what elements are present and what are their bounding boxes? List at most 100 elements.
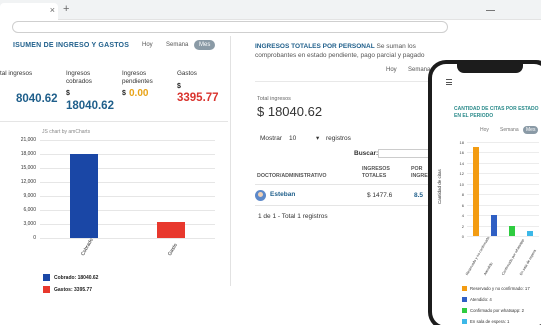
appointment-bar — [473, 147, 479, 236]
legend-label: Cobrado: 18040.62 — [54, 275, 99, 281]
x-axis-label: Gasto — [167, 242, 180, 257]
y-axis-tick: 6,000 — [23, 207, 36, 213]
y-axis-tick: 12 — [459, 171, 464, 177]
phone-notch — [457, 64, 523, 73]
stat-total-value: 8040.62 — [16, 93, 58, 105]
gridline — [40, 238, 215, 239]
hamburger-menu-icon[interactable] — [446, 79, 452, 87]
address-bar — [0, 20, 495, 36]
mp-period-semana[interactable]: Semana — [408, 67, 430, 73]
phone-chart-ylabel: Cantidad de citas — [437, 169, 442, 204]
column-header-doctor[interactable]: DOCTOR/ADMINISTRATIVO — [257, 173, 327, 180]
x-axis-label: En sala de espera — [519, 248, 537, 276]
divider — [0, 121, 228, 122]
total-income-value: $ 18040.62 — [257, 104, 323, 119]
legend-swatch — [462, 308, 467, 313]
phone-period-semana[interactable]: Semana — [500, 127, 519, 133]
stat-total-label: tal ingresos — [0, 70, 33, 77]
legend-label: Gastos: 3395.77 — [54, 287, 93, 293]
chart-credit: JS chart by amCharts — [42, 129, 91, 135]
search-label: Buscar: — [354, 150, 379, 157]
stat-gastos-prefix: $ — [177, 83, 181, 90]
tab-close-icon[interactable]: × — [50, 5, 55, 15]
y-axis-tick: 9,000 — [23, 193, 36, 199]
legend-swatch — [43, 286, 50, 293]
appointment-bar — [491, 215, 497, 236]
legend-label: Reservado y no confirmado: 17 — [470, 286, 530, 291]
stat-gastos-value: 3395.77 — [177, 92, 219, 104]
legend-label: Confirmado por whatsapp: 2 — [470, 308, 524, 313]
x-axis-label: Cobrado — [79, 237, 95, 257]
legend-swatch — [462, 286, 467, 291]
bar-cobrado — [69, 153, 98, 238]
y-axis-tick: 2 — [461, 223, 464, 229]
y-axis-tick: 18 — [459, 140, 464, 145]
period-mes[interactable]: Mes — [194, 40, 216, 50]
y-axis-tick: 4 — [461, 213, 464, 219]
y-axis-tick: 21,000 — [20, 137, 36, 143]
stat-pendientes-prefix: $ — [122, 90, 126, 97]
column-header-ingresos[interactable]: INGRESOS TOTALES — [362, 166, 390, 180]
y-axis-tick: 8 — [461, 192, 464, 198]
period-semana[interactable]: Semana — [161, 40, 193, 50]
gridline — [40, 182, 215, 183]
gridline — [40, 140, 215, 141]
new-tab-icon[interactable]: + — [63, 3, 69, 15]
x-axis-label: Atendido — [483, 261, 494, 276]
stat-pendientes-value: 0.00 — [129, 88, 149, 99]
y-axis-tick: 3,000 — [23, 221, 36, 227]
phone-period-mes[interactable]: Mes — [523, 126, 539, 134]
y-axis-tick: 12,000 — [20, 179, 36, 185]
gridline — [40, 196, 215, 197]
phone-mockup: CANTIDAD DE CITAS POR ESTADO EN EL PERIO… — [428, 60, 541, 325]
url-input[interactable] — [12, 21, 448, 33]
mp-period-hoy[interactable]: Hoy — [386, 67, 397, 73]
y-axis-tick: 15,000 — [20, 165, 36, 171]
avatar — [255, 190, 266, 201]
y-axis-tick: 6 — [461, 202, 464, 208]
table-cell-name[interactable]: Esteban — [270, 191, 295, 198]
y-axis-tick: 10 — [459, 181, 464, 187]
legend-label: Atendido: 4 — [470, 297, 492, 302]
personal-income-panel: INGRESOS TOTALES POR PERSONAL Se suman l… — [248, 36, 448, 296]
y-axis-tick: 18,000 — [20, 151, 36, 157]
table-footer: 1 de 1 - Total 1 registros — [258, 213, 328, 220]
gridline — [467, 236, 539, 237]
phone-period-hoy[interactable]: Hoy — [480, 127, 489, 133]
phone-screen: CANTIDAD DE CITAS POR ESTADO EN EL PERIO… — [432, 64, 541, 325]
y-axis-tick: 16 — [459, 150, 464, 156]
gridline — [40, 224, 215, 225]
personal-income-title: INGRESOS TOTALES POR PERSONAL Se suman l… — [255, 43, 425, 59]
gridline — [467, 142, 539, 143]
legend-swatch — [43, 274, 50, 281]
panel-divider — [230, 36, 231, 286]
browser-tab-bar: × + — [0, 0, 541, 20]
period-hoy[interactable]: Hoy — [137, 40, 158, 50]
total-income-label: Total ingresos — [257, 96, 291, 102]
page-size-select[interactable]: 10 — [289, 135, 296, 142]
window-minimize-icon[interactable] — [486, 10, 495, 11]
screen-root: × + ISUMEN DE INGRESO Y GASTOS Hoy Seman… — [0, 0, 541, 325]
divider — [255, 81, 435, 82]
gridline — [40, 154, 215, 155]
bar-gasto — [157, 222, 186, 238]
browser-tab[interactable]: × — [0, 3, 58, 20]
table-cell-total: $ 1477.6 — [367, 192, 393, 199]
stat-gastos-label: Gastos — [177, 70, 197, 77]
stat-cobrados-prefix: $ — [66, 90, 70, 97]
legend-swatch — [462, 319, 467, 324]
column-header-por-ingre[interactable]: POR INGRE — [411, 166, 428, 180]
y-axis-tick: 0 — [461, 234, 464, 239]
legend-swatch — [462, 297, 467, 302]
stat-pendientes-label: Ingresos pendientes — [122, 70, 153, 85]
gridline — [40, 168, 215, 169]
legend-label: En sala de espera: 1 — [470, 319, 510, 324]
show-label: Mostrar — [260, 135, 283, 142]
records-label: registros — [326, 135, 351, 142]
y-axis-tick: 14 — [459, 160, 464, 166]
table-header-divider — [255, 184, 435, 185]
appointment-bar — [527, 230, 533, 236]
appointment-bar — [509, 225, 515, 236]
chevron-down-icon[interactable]: ▾ — [316, 134, 319, 142]
income-summary-panel: ISUMEN DE INGRESO Y GASTOS Hoy Semana Me… — [0, 36, 228, 293]
